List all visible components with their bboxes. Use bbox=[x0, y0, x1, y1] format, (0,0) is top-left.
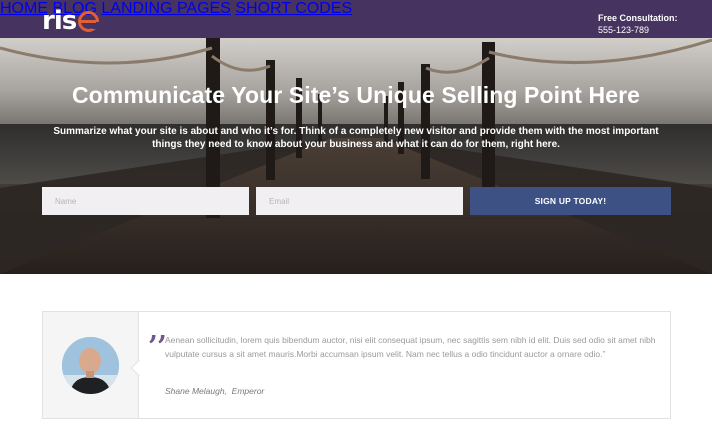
nav-home[interactable]: HOME bbox=[0, 0, 48, 17]
logo[interactable]: ris bbox=[42, 4, 101, 36]
hero-title: Communicate Your Site’s Unique Selling P… bbox=[71, 82, 641, 108]
avatar bbox=[62, 337, 119, 394]
consultation-phone[interactable]: 555-123-789 bbox=[598, 25, 649, 35]
logo-text: ris bbox=[42, 6, 77, 36]
nav-landing-pages[interactable]: LANDING PAGES bbox=[101, 0, 231, 17]
pier-background-image bbox=[0, 38, 712, 274]
testimonial-role: Emperor bbox=[231, 386, 265, 396]
testimonial-author: Shane Melaugh, bbox=[165, 386, 227, 396]
hero-subtitle: Summarize what your site is about and wh… bbox=[53, 126, 659, 150]
top-header: ris HOME BLOG LANDING PAGES SHORT CODES … bbox=[0, 0, 712, 38]
signup-button[interactable]: SIGN UP TODAY! bbox=[470, 187, 671, 215]
name-input[interactable] bbox=[42, 187, 249, 215]
consultation-label: Free Consultation: bbox=[598, 13, 678, 23]
testimonial-avatar-panel bbox=[43, 312, 139, 418]
testimonial-author-line: Shane Melaugh, Emperor bbox=[165, 386, 264, 396]
testimonial-quote: Aenean sollicitudin, lorem quis bibendum… bbox=[165, 335, 656, 359]
nav-short-codes[interactable]: SHORT CODES bbox=[235, 0, 352, 17]
hero-section: Communicate Your Site’s Unique Selling P… bbox=[0, 38, 712, 274]
testimonial-card: ,, Aenean sollicitudin, lorem quis biben… bbox=[42, 311, 671, 419]
avatar-image bbox=[62, 337, 119, 394]
email-input[interactable] bbox=[256, 187, 463, 215]
logo-e-mark bbox=[78, 11, 101, 32]
